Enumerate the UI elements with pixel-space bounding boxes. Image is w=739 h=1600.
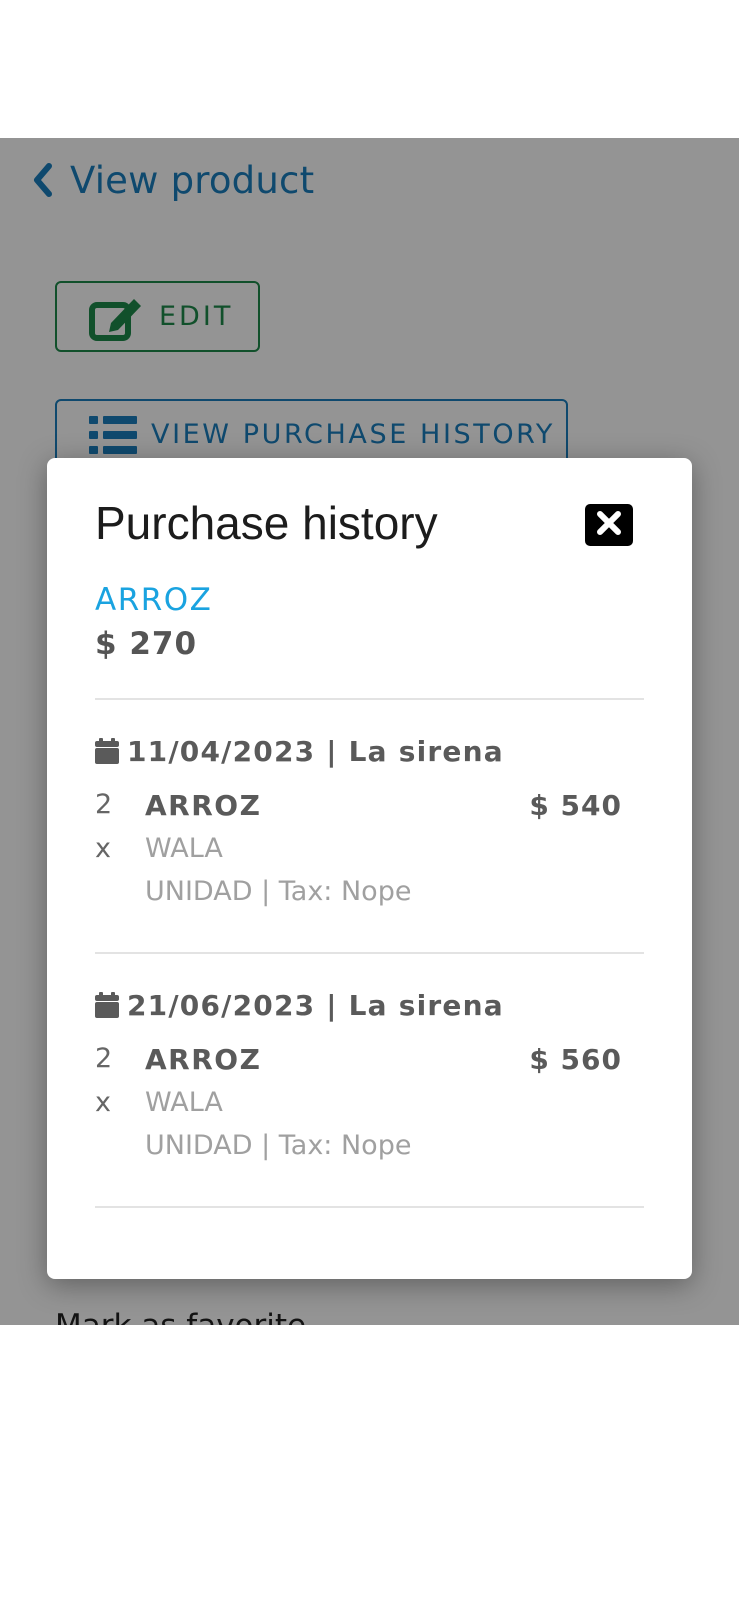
- entry-product-name: ARROZ: [145, 1043, 262, 1076]
- calendar-icon: [95, 738, 119, 764]
- product-price: $ 270: [95, 626, 198, 662]
- entry-unit-tax: UNIDAD | Tax: Nope: [145, 1130, 412, 1161]
- entry-date-store: 11/04/2023 | La sirena: [127, 734, 504, 768]
- entry-header: 11/04/2023 | La sirena: [95, 731, 504, 771]
- product-name: ARROZ: [95, 582, 213, 618]
- divider: [95, 952, 644, 954]
- entry-unit-tax: UNIDAD | Tax: Nope: [145, 876, 412, 907]
- purchase-history-modal: Purchase history ARROZ $ 270 11/04/2023 …: [47, 458, 692, 1279]
- entry-brand: WALA: [145, 833, 223, 864]
- entry-multiplier: x: [95, 833, 111, 864]
- purchase-entry: 21/06/2023 | La sirena 2 x ARROZ WALA UN…: [95, 985, 644, 1205]
- entry-price: $ 560: [529, 1043, 622, 1076]
- entry-date-store: 21/06/2023 | La sirena: [127, 988, 504, 1022]
- entry-quantity: 2: [95, 789, 113, 820]
- close-icon: [596, 510, 622, 540]
- divider: [95, 698, 644, 700]
- entry-price: $ 540: [529, 789, 622, 822]
- entry-brand: WALA: [145, 1087, 223, 1118]
- close-button[interactable]: [585, 504, 633, 546]
- calendar-icon: [95, 992, 119, 1018]
- modal-title: Purchase history: [95, 497, 438, 549]
- divider: [95, 1206, 644, 1208]
- entry-product-name: ARROZ: [145, 789, 262, 822]
- purchase-entry: 11/04/2023 | La sirena 2 x ARROZ WALA UN…: [95, 731, 644, 951]
- entry-multiplier: x: [95, 1087, 111, 1118]
- entry-quantity: 2: [95, 1043, 113, 1074]
- entry-header: 21/06/2023 | La sirena: [95, 985, 504, 1025]
